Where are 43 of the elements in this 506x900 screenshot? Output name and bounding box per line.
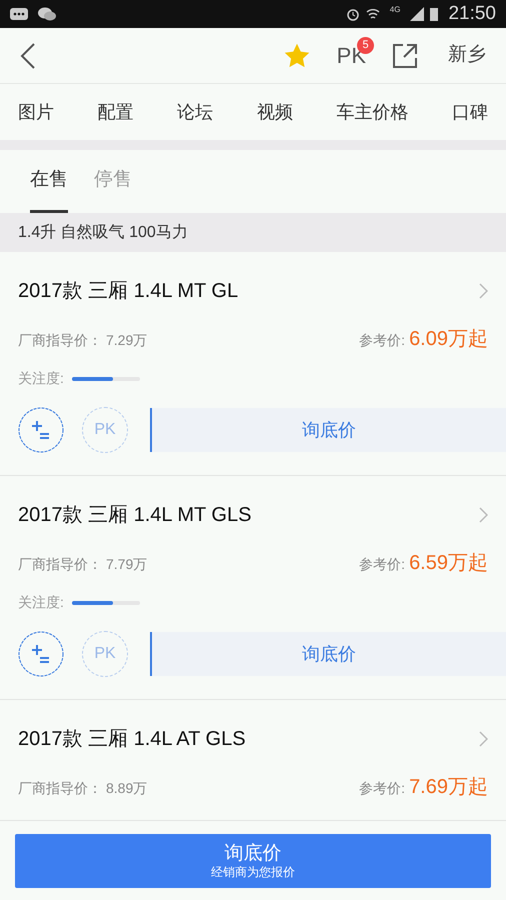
alarm-icon [346, 7, 360, 21]
guide-price: 7.79万 [106, 555, 148, 574]
group-header: 1.4升 自然吸气 100马力 [0, 213, 506, 252]
share-icon[interactable] [392, 42, 418, 68]
guide-price-label: 厂商指导价： [18, 555, 102, 574]
reference-price-label: 参考价: [359, 555, 406, 574]
nav-link[interactable]: 图片 [18, 98, 54, 126]
car-title[interactable]: 2017款 三厢 1.4L AT GLS [18, 724, 246, 754]
add-compare-icon[interactable] [18, 631, 64, 677]
chat-icon [38, 7, 56, 21]
reference-price-label: 参考价: [359, 779, 406, 798]
reference-price-label: 参考价: [359, 331, 406, 350]
nav-link[interactable]: 车主价格 [336, 98, 408, 126]
reference-price: 7.69万起 [409, 775, 488, 800]
guide-price: 7.29万 [106, 331, 148, 350]
guide-price-label: 厂商指导价： [18, 779, 102, 798]
guide-price-label: 厂商指导价： [18, 331, 102, 350]
nav-link[interactable]: 论坛 [177, 98, 214, 126]
attention-label: 关注度: [18, 369, 64, 388]
network-label: 4G [390, 4, 400, 16]
car-title[interactable]: 2017款 三厢 1.4L MT GLS [18, 500, 252, 530]
clock: 21:50 [448, 2, 496, 26]
inquiry-button[interactable]: 询底价 经销商为您报价 [15, 834, 491, 888]
attention-label: 关注度: [18, 593, 64, 612]
attention-meter [72, 376, 140, 380]
message-icon [10, 8, 28, 20]
add-compare-icon[interactable] [18, 407, 64, 453]
car-title[interactable]: 2017款 三厢 1.4L MT GL [18, 276, 238, 306]
wifi-icon [366, 7, 380, 21]
inquiry-button[interactable]: 询底价 [150, 632, 506, 676]
nav-link[interactable]: 口碑 [452, 98, 488, 126]
reference-price: 6.59万起 [409, 551, 488, 576]
guide-price: 8.89万 [106, 779, 148, 798]
battery-icon [430, 7, 438, 21]
back-icon[interactable] [20, 42, 36, 68]
signal-icon [410, 7, 424, 21]
star-icon[interactable] [282, 42, 311, 70]
inquiry-button[interactable]: 询底价 [150, 408, 506, 452]
nav-link[interactable]: 视频 [256, 98, 293, 126]
reference-price: 6.09万起 [409, 327, 488, 352]
attention-meter [72, 600, 140, 604]
city-selector[interactable]: 新乡 [448, 41, 486, 70]
nav-link[interactable]: 配置 [98, 98, 134, 126]
